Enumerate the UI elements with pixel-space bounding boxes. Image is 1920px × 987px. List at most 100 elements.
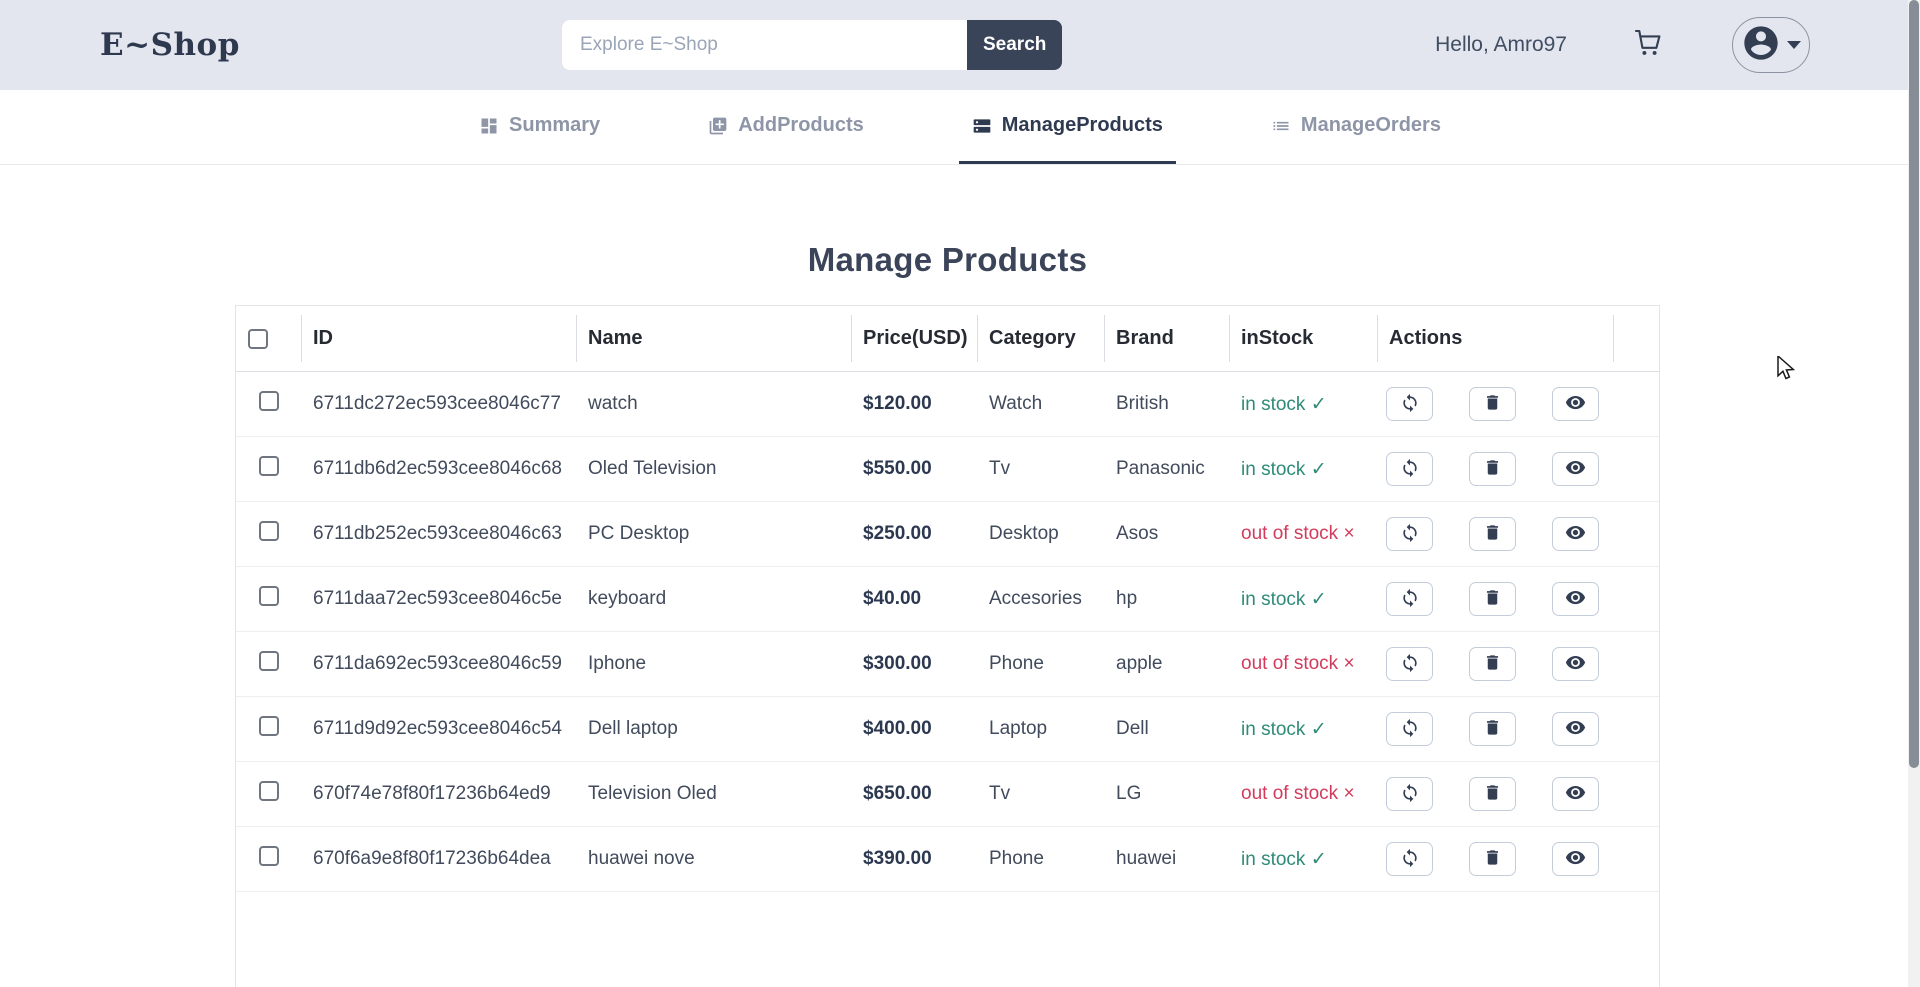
- eye-icon: [1565, 782, 1586, 806]
- row-actions: [1377, 712, 1613, 746]
- product-category: Tv: [977, 458, 1104, 480]
- products-table: ID Name Price(USD) Category Brand inStoc…: [235, 305, 1660, 987]
- row-checkbox[interactable]: [259, 846, 279, 866]
- delete-product-button[interactable]: [1469, 712, 1516, 746]
- update-product-button[interactable]: [1386, 647, 1433, 681]
- product-brand: British: [1104, 393, 1229, 415]
- trash-icon: [1483, 848, 1502, 870]
- trash-icon: [1483, 523, 1502, 545]
- scrollbar-track: [1908, 0, 1920, 987]
- product-price: $300.00: [851, 653, 977, 675]
- view-product-button[interactable]: [1552, 452, 1599, 486]
- stock-status: out of stock ×: [1241, 653, 1355, 674]
- account-menu-button[interactable]: [1732, 17, 1810, 73]
- cart-button[interactable]: [1628, 25, 1668, 65]
- view-product-button[interactable]: [1552, 712, 1599, 746]
- eye-icon: [1565, 457, 1586, 481]
- tab-summary[interactable]: Summary: [466, 90, 613, 164]
- sync-icon: [1400, 718, 1420, 741]
- product-brand: Dell: [1104, 718, 1229, 740]
- header-cell-category: Category: [977, 306, 1104, 371]
- row-checkbox[interactable]: [259, 456, 279, 476]
- product-name: Iphone: [576, 653, 851, 675]
- view-product-button[interactable]: [1552, 647, 1599, 681]
- search-bar: Search: [562, 20, 1062, 70]
- update-product-button[interactable]: [1386, 387, 1433, 421]
- cart-icon: [1630, 25, 1666, 66]
- row-checkbox[interactable]: [259, 651, 279, 671]
- eye-icon: [1565, 652, 1586, 676]
- table-row: 6711d9d92ec593cee8046c54 Dell laptop $40…: [236, 697, 1659, 762]
- sync-icon: [1400, 458, 1420, 481]
- product-category: Phone: [977, 653, 1104, 675]
- update-product-button[interactable]: [1386, 712, 1433, 746]
- update-product-button[interactable]: [1386, 517, 1433, 551]
- table-body: 6711dc272ec593cee8046c77 watch $120.00 W…: [236, 372, 1659, 892]
- tab-label: ManageProducts: [1002, 114, 1163, 137]
- header-cell-actions: Actions: [1377, 306, 1613, 371]
- eye-icon: [1565, 522, 1586, 546]
- logo[interactable]: E~Shop: [100, 27, 240, 63]
- row-checkbox[interactable]: [259, 781, 279, 801]
- header-cell-instock: inStock: [1229, 306, 1377, 371]
- update-product-button[interactable]: [1386, 842, 1433, 876]
- view-product-button[interactable]: [1552, 777, 1599, 811]
- product-name: watch: [576, 393, 851, 415]
- product-category: Laptop: [977, 718, 1104, 740]
- view-product-button[interactable]: [1552, 582, 1599, 616]
- account-circle-icon: [1741, 23, 1781, 68]
- tab-label: ManageOrders: [1301, 114, 1441, 137]
- row-checkbox[interactable]: [259, 521, 279, 541]
- row-checkbox[interactable]: [259, 586, 279, 606]
- product-price: $650.00: [851, 783, 977, 805]
- row-checkbox[interactable]: [259, 716, 279, 736]
- search-button[interactable]: Search: [967, 20, 1062, 70]
- delete-product-button[interactable]: [1469, 452, 1516, 486]
- view-product-button[interactable]: [1552, 387, 1599, 421]
- delete-product-button[interactable]: [1469, 777, 1516, 811]
- select-all-checkbox[interactable]: [248, 329, 268, 349]
- delete-product-button[interactable]: [1469, 582, 1516, 616]
- tab-manage-orders[interactable]: ManageOrders: [1258, 90, 1454, 164]
- update-product-button[interactable]: [1386, 777, 1433, 811]
- product-id: 6711db6d2ec593cee8046c68: [301, 458, 576, 480]
- update-product-button[interactable]: [1386, 452, 1433, 486]
- sync-icon: [1400, 523, 1420, 546]
- scrollbar-thumb[interactable]: [1909, 0, 1919, 768]
- sync-icon: [1400, 393, 1420, 416]
- sync-icon: [1400, 848, 1420, 871]
- product-id: 670f6a9e8f80f17236b64dea: [301, 848, 576, 870]
- update-product-button[interactable]: [1386, 582, 1433, 616]
- tab-add-products[interactable]: AddProducts: [695, 90, 877, 164]
- search-input[interactable]: [562, 20, 967, 70]
- header-cell-brand: Brand: [1104, 306, 1229, 371]
- header-cell-name: Name: [576, 306, 851, 371]
- product-id: 6711dc272ec593cee8046c77: [301, 393, 576, 415]
- view-product-button[interactable]: [1552, 517, 1599, 551]
- product-name: Oled Television: [576, 458, 851, 480]
- table-row: 670f74e78f80f17236b64ed9 Television Oled…: [236, 762, 1659, 827]
- delete-product-button[interactable]: [1469, 387, 1516, 421]
- stock-status: in stock ✓: [1241, 849, 1327, 870]
- row-actions: [1377, 647, 1613, 681]
- product-id: 6711d9d92ec593cee8046c54: [301, 718, 576, 740]
- header-cell-trailing: [1613, 306, 1661, 371]
- table-row: 670f6a9e8f80f17236b64dea huawei nove $39…: [236, 827, 1659, 892]
- stock-status: in stock ✓: [1241, 719, 1327, 740]
- product-name: keyboard: [576, 588, 851, 610]
- product-name: huawei nove: [576, 848, 851, 870]
- header-cell-checkbox: [236, 306, 301, 371]
- product-category: Accesories: [977, 588, 1104, 610]
- delete-product-button[interactable]: [1469, 842, 1516, 876]
- product-name: PC Desktop: [576, 523, 851, 545]
- tab-manage-products[interactable]: ManageProducts: [959, 90, 1176, 164]
- stock-status: in stock ✓: [1241, 459, 1327, 480]
- view-product-button[interactable]: [1552, 842, 1599, 876]
- trash-icon: [1483, 393, 1502, 415]
- row-actions: [1377, 582, 1613, 616]
- delete-product-button[interactable]: [1469, 647, 1516, 681]
- eye-icon: [1565, 847, 1586, 871]
- delete-product-button[interactable]: [1469, 517, 1516, 551]
- row-checkbox[interactable]: [259, 391, 279, 411]
- eye-icon: [1565, 717, 1586, 741]
